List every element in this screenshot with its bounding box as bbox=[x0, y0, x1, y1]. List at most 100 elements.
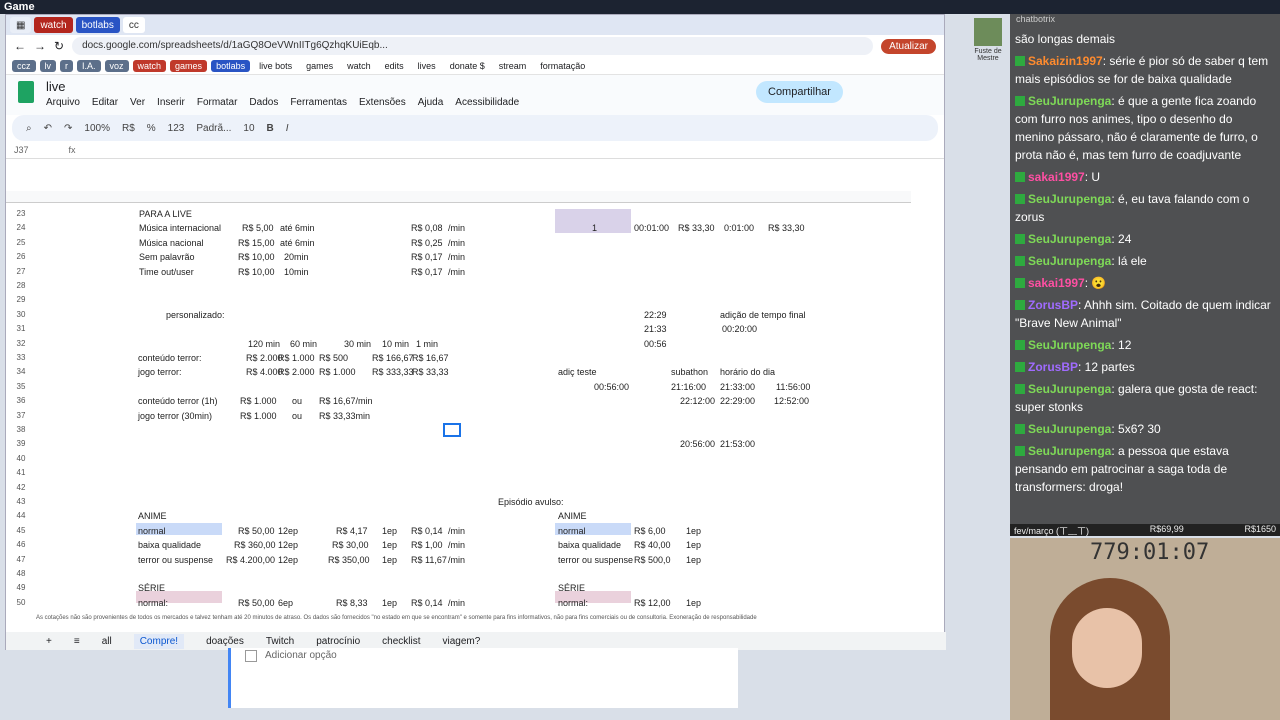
cell[interactable]: /min bbox=[448, 540, 465, 550]
cell[interactable]: 1 bbox=[592, 223, 597, 233]
sheet-tab[interactable]: Twitch bbox=[266, 636, 294, 647]
cell[interactable]: 00:20:00 bbox=[722, 324, 757, 334]
number-format-button[interactable]: 123 bbox=[168, 123, 185, 134]
cell[interactable]: R$ 6,00 bbox=[634, 526, 666, 536]
cell[interactable]: 1 min bbox=[416, 339, 438, 349]
chat-username[interactable]: SeuJurupenga bbox=[1028, 254, 1111, 268]
cell[interactable]: ANIME bbox=[558, 511, 587, 521]
row-number[interactable]: 31 bbox=[6, 324, 36, 333]
cell[interactable]: jogo terror (30min) bbox=[138, 411, 212, 421]
row-number[interactable]: 39 bbox=[6, 439, 36, 448]
cell[interactable]: até 6min bbox=[280, 223, 315, 233]
row-number[interactable]: 50 bbox=[6, 598, 36, 607]
cell[interactable]: 1ep bbox=[382, 555, 397, 565]
cell[interactable]: R$ 4.200,00 bbox=[226, 555, 275, 565]
cell[interactable]: R$ 350,00 bbox=[328, 555, 370, 565]
percent-format-button[interactable]: % bbox=[147, 123, 156, 134]
redo-icon[interactable]: ↷ bbox=[64, 123, 72, 134]
cell[interactable]: 22:12:00 bbox=[680, 396, 715, 406]
spreadsheet-grid[interactable]: 23 24 25 26 27 28 29 30 31 32 33 34 35 36 37 38 39 40 41 42… bbox=[6, 191, 911, 613]
sheets-logo-icon[interactable] bbox=[18, 81, 34, 103]
row-number[interactable]: 41 bbox=[6, 468, 36, 477]
bookmark-folder[interactable]: games bbox=[301, 60, 338, 72]
cell[interactable]: normal bbox=[138, 526, 166, 536]
cell[interactable]: Episódio avulso: bbox=[498, 497, 564, 507]
cell[interactable]: R$ 5,00 bbox=[242, 223, 274, 233]
row-number[interactable]: 46 bbox=[6, 540, 36, 549]
cell[interactable]: R$ 360,00 bbox=[234, 540, 276, 550]
cell[interactable]: 20:56:00 bbox=[680, 439, 715, 449]
menu-item[interactable]: Editar bbox=[92, 97, 118, 108]
font-select[interactable]: Padrã... bbox=[196, 123, 231, 134]
bookmark-item[interactable]: lv bbox=[39, 59, 56, 72]
bold-icon[interactable]: B bbox=[267, 123, 274, 134]
add-option-label[interactable]: Adicionar opção bbox=[265, 650, 337, 661]
cell[interactable]: 00:01:00 bbox=[634, 223, 669, 233]
cell[interactable]: Música internacional bbox=[139, 223, 221, 233]
menu-item[interactable]: Extensões bbox=[359, 97, 406, 108]
bookmark-item[interactable]: watch bbox=[132, 59, 167, 72]
cell[interactable]: R$ 166,67 bbox=[372, 353, 414, 363]
zoom-select[interactable]: 100% bbox=[84, 123, 110, 134]
sheet-tab[interactable]: patrocínio bbox=[316, 636, 360, 647]
selected-cell[interactable] bbox=[443, 423, 461, 437]
back-icon[interactable]: ← bbox=[14, 39, 26, 53]
bookmark-item[interactable]: voz bbox=[104, 59, 129, 72]
cell[interactable]: R$ 33,33 bbox=[412, 367, 449, 377]
chat-username[interactable]: SeuJurupenga bbox=[1028, 422, 1111, 436]
cell[interactable]: terror ou suspense bbox=[138, 555, 213, 565]
menu-item[interactable]: Acessibilidade bbox=[455, 97, 519, 108]
chat-username[interactable]: sakai1997 bbox=[1028, 276, 1085, 290]
cell[interactable]: /min bbox=[448, 267, 465, 277]
chat-username[interactable]: SeuJurupenga bbox=[1028, 382, 1111, 396]
menu-item[interactable]: Ferramentas bbox=[290, 97, 347, 108]
cell[interactable]: 1ep bbox=[382, 598, 397, 608]
cell[interactable]: R$ 11,67 bbox=[411, 555, 447, 565]
row-number[interactable]: 29 bbox=[6, 295, 36, 304]
add-sheet-icon[interactable]: + bbox=[46, 636, 52, 647]
row-number[interactable]: 23 bbox=[6, 209, 36, 218]
cell[interactable]: /min bbox=[448, 252, 465, 262]
cell[interactable]: 12:52:00 bbox=[774, 396, 809, 406]
cell[interactable]: R$ 0,14 bbox=[411, 526, 443, 536]
cell[interactable]: personalizado: bbox=[166, 310, 225, 320]
cell[interactable]: R$ 0,14 bbox=[411, 598, 443, 608]
cell[interactable]: /min bbox=[448, 555, 465, 565]
chat-username[interactable]: SeuJurupenga bbox=[1028, 338, 1111, 352]
chat-username[interactable]: SeuJurupenga bbox=[1028, 192, 1111, 206]
cell[interactable]: Música nacional bbox=[139, 238, 204, 248]
cell[interactable]: ou bbox=[292, 411, 302, 421]
bookmark-folder[interactable]: edits bbox=[380, 60, 409, 72]
row-number[interactable]: 49 bbox=[6, 583, 36, 592]
cell[interactable]: R$ 33,30 bbox=[768, 223, 805, 233]
chat-username[interactable]: SeuJurupenga bbox=[1028, 444, 1111, 458]
row-number[interactable]: 43 bbox=[6, 497, 36, 506]
cell[interactable]: R$ 33,33min bbox=[319, 411, 370, 421]
cell[interactable]: /min bbox=[448, 238, 465, 248]
cell[interactable]: 120 min bbox=[248, 339, 280, 349]
cell[interactable]: R$ 50,00 bbox=[238, 598, 275, 608]
cell[interactable]: normal: bbox=[558, 598, 588, 608]
cell[interactable]: SÉRIE bbox=[138, 583, 165, 593]
cell[interactable]: conteúdo terror: bbox=[138, 353, 202, 363]
update-button[interactable]: Atualizar bbox=[881, 38, 936, 54]
cell[interactable]: normal: bbox=[138, 598, 168, 608]
sheet-tab[interactable]: doações bbox=[206, 636, 244, 647]
row-number[interactable]: 44 bbox=[6, 511, 36, 520]
cell[interactable]: /min bbox=[448, 598, 465, 608]
cell[interactable]: 00:56 bbox=[644, 339, 667, 349]
tab-botlabs[interactable]: botlabs bbox=[75, 17, 120, 33]
chat-username[interactable]: SeuJurupenga bbox=[1028, 232, 1111, 246]
cell[interactable]: R$ 8,33 bbox=[336, 598, 368, 608]
cell[interactable]: 22:29:00 bbox=[720, 396, 755, 406]
cell[interactable]: R$ 33,30 bbox=[678, 223, 715, 233]
row-number[interactable]: 25 bbox=[6, 238, 36, 247]
cell[interactable]: R$ 40,00 bbox=[634, 540, 671, 550]
cell[interactable]: adição de tempo final bbox=[720, 310, 806, 320]
sheet-tab[interactable]: checklist bbox=[382, 636, 420, 647]
cell[interactable]: horário do dia bbox=[720, 367, 775, 377]
desktop-icon[interactable]: Fuste de Mestre bbox=[970, 14, 1006, 68]
row-number[interactable]: 30 bbox=[6, 310, 36, 319]
row-number[interactable]: 27 bbox=[6, 267, 36, 276]
cell[interactable]: 21:53:00 bbox=[720, 439, 755, 449]
